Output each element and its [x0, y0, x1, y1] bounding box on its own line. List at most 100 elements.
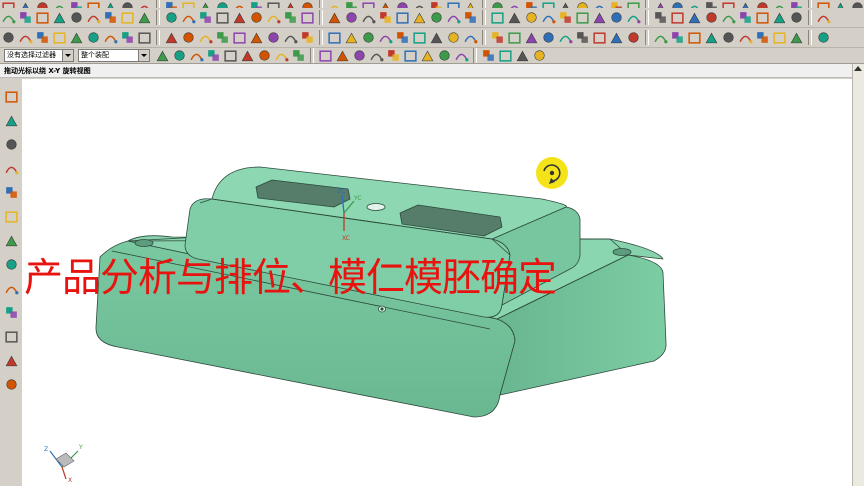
curve-tool-icon[interactable]: [395, 10, 410, 25]
resource-bar-icon[interactable]: [4, 137, 19, 154]
top-tool-icon[interactable]: [232, 0, 247, 8]
curve-tool-icon[interactable]: [558, 10, 573, 25]
curve-tool-icon[interactable]: [266, 10, 281, 25]
curve-tool-icon[interactable]: [412, 10, 427, 25]
curve-tool-icon[interactable]: [429, 10, 444, 25]
top-tool-icon[interactable]: [344, 0, 359, 8]
curve-tool-icon[interactable]: [361, 10, 376, 25]
top-tool-icon[interactable]: [755, 0, 770, 8]
resource-bar-icon[interactable]: [4, 233, 19, 250]
feature-tool-icon[interactable]: [490, 30, 505, 45]
curve-tool-icon[interactable]: [69, 10, 84, 25]
resource-bar-icon[interactable]: [4, 353, 19, 370]
resource-bar-icon[interactable]: [4, 329, 19, 346]
feature-tool-icon[interactable]: [198, 30, 213, 45]
feature-tool-icon[interactable]: [524, 30, 539, 45]
feature-tool-icon[interactable]: [446, 30, 461, 45]
feature-tool-icon[interactable]: [137, 30, 152, 45]
feature-tool-icon[interactable]: [592, 30, 607, 45]
feature-tool-icon[interactable]: [541, 30, 556, 45]
top-tool-icon[interactable]: [137, 0, 152, 8]
curve-tool-icon[interactable]: [103, 10, 118, 25]
feature-tool-icon[interactable]: [103, 30, 118, 45]
feature-tool-icon[interactable]: [704, 30, 719, 45]
snap-tool-icon[interactable]: [420, 48, 435, 63]
feature-tool-icon[interactable]: [653, 30, 668, 45]
curve-tool-icon[interactable]: [626, 10, 641, 25]
feature-tool-icon[interactable]: [721, 30, 736, 45]
curve-tool-icon[interactable]: [1, 10, 16, 25]
curve-tool-icon[interactable]: [816, 10, 831, 25]
feature-tool-icon[interactable]: [300, 30, 315, 45]
feature-tool-icon[interactable]: [412, 30, 427, 45]
feature-tool-icon[interactable]: [120, 30, 135, 45]
resource-bar-icon[interactable]: [4, 89, 19, 106]
snap-tool-icon[interactable]: [481, 48, 496, 63]
snap-tool-icon[interactable]: [437, 48, 452, 63]
curve-tool-icon[interactable]: [592, 10, 607, 25]
top-tool-icon[interactable]: [653, 0, 668, 8]
snap-tool-icon[interactable]: [352, 48, 367, 63]
top-tool-icon[interactable]: [772, 0, 787, 8]
curve-tool-icon[interactable]: [283, 10, 298, 25]
top-tool-icon[interactable]: [266, 0, 281, 8]
top-tool-icon[interactable]: [721, 0, 736, 8]
top-tool-icon[interactable]: [524, 0, 539, 8]
snap-tool-icon[interactable]: [189, 48, 204, 63]
top-tool-icon[interactable]: [816, 0, 831, 8]
curve-tool-icon[interactable]: [541, 10, 556, 25]
curve-tool-icon[interactable]: [249, 10, 264, 25]
top-tool-icon[interactable]: [670, 0, 685, 8]
feature-tool-icon[interactable]: [86, 30, 101, 45]
top-tool-icon[interactable]: [86, 0, 101, 8]
top-tool-icon[interactable]: [850, 0, 864, 8]
curve-tool-icon[interactable]: [524, 10, 539, 25]
top-tool-icon[interactable]: [378, 0, 393, 8]
feature-tool-icon[interactable]: [181, 30, 196, 45]
graphics-viewport[interactable]: ZC YC XC Z Y X 产品分析与排位、模仁模胚确定: [22, 79, 852, 486]
top-tool-icon[interactable]: [541, 0, 556, 8]
top-tool-icon[interactable]: [412, 0, 427, 8]
top-tool-icon[interactable]: [69, 0, 84, 8]
curve-tool-icon[interactable]: [378, 10, 393, 25]
resource-bar-icon[interactable]: [4, 305, 19, 322]
top-tool-icon[interactable]: [789, 0, 804, 8]
top-tool-icon[interactable]: [558, 0, 573, 8]
top-tool-icon[interactable]: [18, 0, 33, 8]
curve-tool-icon[interactable]: [344, 10, 359, 25]
feature-tool-icon[interactable]: [738, 30, 753, 45]
snap-tool-icon[interactable]: [206, 48, 221, 63]
curve-tool-icon[interactable]: [232, 10, 247, 25]
curve-tool-icon[interactable]: [609, 10, 624, 25]
curve-tool-icon[interactable]: [198, 10, 213, 25]
feature-tool-icon[interactable]: [327, 30, 342, 45]
feature-tool-icon[interactable]: [670, 30, 685, 45]
snap-tool-icon[interactable]: [240, 48, 255, 63]
top-tool-icon[interactable]: [490, 0, 505, 8]
curve-tool-icon[interactable]: [327, 10, 342, 25]
snap-tool-icon[interactable]: [257, 48, 272, 63]
feature-tool-icon[interactable]: [755, 30, 770, 45]
curve-tool-icon[interactable]: [721, 10, 736, 25]
top-tool-icon[interactable]: [626, 0, 641, 8]
curve-tool-icon[interactable]: [215, 10, 230, 25]
curve-tool-icon[interactable]: [575, 10, 590, 25]
top-tool-icon[interactable]: [215, 0, 230, 8]
feature-tool-icon[interactable]: [609, 30, 624, 45]
top-tool-icon[interactable]: [687, 0, 702, 8]
top-tool-icon[interactable]: [327, 0, 342, 8]
scope-dropdown[interactable]: 整个装配: [78, 49, 150, 62]
top-tool-icon[interactable]: [249, 0, 264, 8]
resource-bar-icon[interactable]: [4, 209, 19, 226]
top-tool-icon[interactable]: [198, 0, 213, 8]
top-tool-icon[interactable]: [446, 0, 461, 8]
snap-tool-icon[interactable]: [223, 48, 238, 63]
curve-tool-icon[interactable]: [300, 10, 315, 25]
feature-tool-icon[interactable]: [18, 30, 33, 45]
top-tool-icon[interactable]: [704, 0, 719, 8]
curve-tool-icon[interactable]: [738, 10, 753, 25]
snap-tool-icon[interactable]: [515, 48, 530, 63]
feature-tool-icon[interactable]: [626, 30, 641, 45]
curve-tool-icon[interactable]: [507, 10, 522, 25]
curve-tool-icon[interactable]: [755, 10, 770, 25]
